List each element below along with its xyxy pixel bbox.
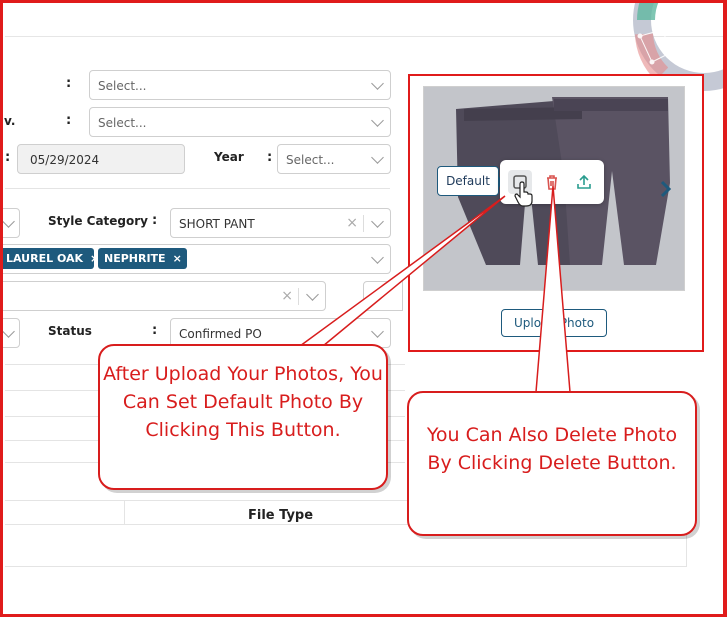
year-select[interactable]: Select... bbox=[277, 144, 391, 174]
clear-icon[interactable]: × bbox=[346, 215, 358, 231]
status-label: Status bbox=[48, 324, 92, 338]
default-tooltip: Default bbox=[437, 166, 505, 196]
status-colon: : bbox=[152, 323, 158, 338]
date-input[interactable]: 05/29/2024 bbox=[17, 144, 185, 174]
chevron-down-icon bbox=[306, 288, 319, 301]
partial-select[interactable] bbox=[0, 208, 20, 238]
row6-select[interactable]: × bbox=[0, 281, 326, 311]
upload-photo-button[interactable]: Upload Photo bbox=[501, 309, 607, 337]
file-type-header: File Type bbox=[248, 508, 314, 523]
tag-remove-icon[interactable]: × bbox=[173, 252, 182, 265]
status-value: Confirmed PO bbox=[179, 327, 262, 341]
style-category-select[interactable]: SHORT PANT × bbox=[170, 208, 391, 238]
next-arrow-icon[interactable] bbox=[660, 180, 672, 198]
upload-icon bbox=[577, 174, 591, 189]
year-placeholder: Select... bbox=[286, 153, 335, 167]
trash-icon bbox=[547, 175, 557, 190]
chevron-down-icon bbox=[371, 325, 384, 338]
style-category-colon: : bbox=[152, 213, 158, 228]
partial-select-2[interactable] bbox=[0, 318, 20, 348]
row2-colon: : bbox=[66, 113, 72, 128]
select-separator bbox=[298, 288, 299, 305]
chevron-down-icon bbox=[371, 251, 384, 264]
callout-default-photo: After Upload Your Photos, You Can Set De… bbox=[98, 344, 388, 490]
chevron-down-icon bbox=[371, 215, 384, 228]
chevron-down-icon bbox=[371, 151, 384, 164]
chevron-down-icon bbox=[371, 77, 384, 90]
delete-photo-button[interactable] bbox=[540, 170, 564, 194]
chevron-down-icon bbox=[2, 325, 15, 338]
row3-colon: : bbox=[5, 150, 11, 165]
row1-select[interactable]: Select... bbox=[89, 70, 391, 100]
row6-side-button[interactable] bbox=[363, 281, 403, 311]
clear-icon[interactable]: × bbox=[281, 288, 293, 304]
color-tag-laurel-oak: LAUREL OAK × bbox=[0, 248, 99, 269]
select-separator bbox=[363, 215, 364, 232]
row2-label: v. bbox=[4, 114, 16, 128]
tag-label: NEPHRITE bbox=[104, 252, 166, 265]
chevron-down-icon bbox=[2, 215, 15, 228]
upload-icon-button[interactable] bbox=[572, 170, 596, 194]
style-category-value: SHORT PANT bbox=[179, 217, 255, 231]
row2-select[interactable]: Select... bbox=[89, 107, 391, 137]
table-col-divider bbox=[124, 500, 125, 524]
callout-delete-photo: You Can Also Delete Photo By Clicking De… bbox=[407, 391, 697, 536]
row1-colon: : bbox=[66, 76, 72, 91]
row1-placeholder: Select... bbox=[98, 79, 147, 93]
row2-placeholder: Select... bbox=[98, 116, 147, 130]
year-colon: : bbox=[267, 150, 273, 165]
chevron-down-icon bbox=[371, 114, 384, 127]
tag-label: LAUREL OAK bbox=[6, 252, 84, 265]
style-category-label: Style Category bbox=[48, 214, 148, 228]
hand-cursor-icon bbox=[514, 181, 533, 207]
header-divider bbox=[5, 36, 725, 37]
color-tag-nephrite: NEPHRITE × bbox=[98, 248, 187, 269]
year-label: Year bbox=[214, 150, 244, 164]
table-bottom bbox=[5, 566, 687, 567]
section-divider bbox=[5, 188, 390, 189]
